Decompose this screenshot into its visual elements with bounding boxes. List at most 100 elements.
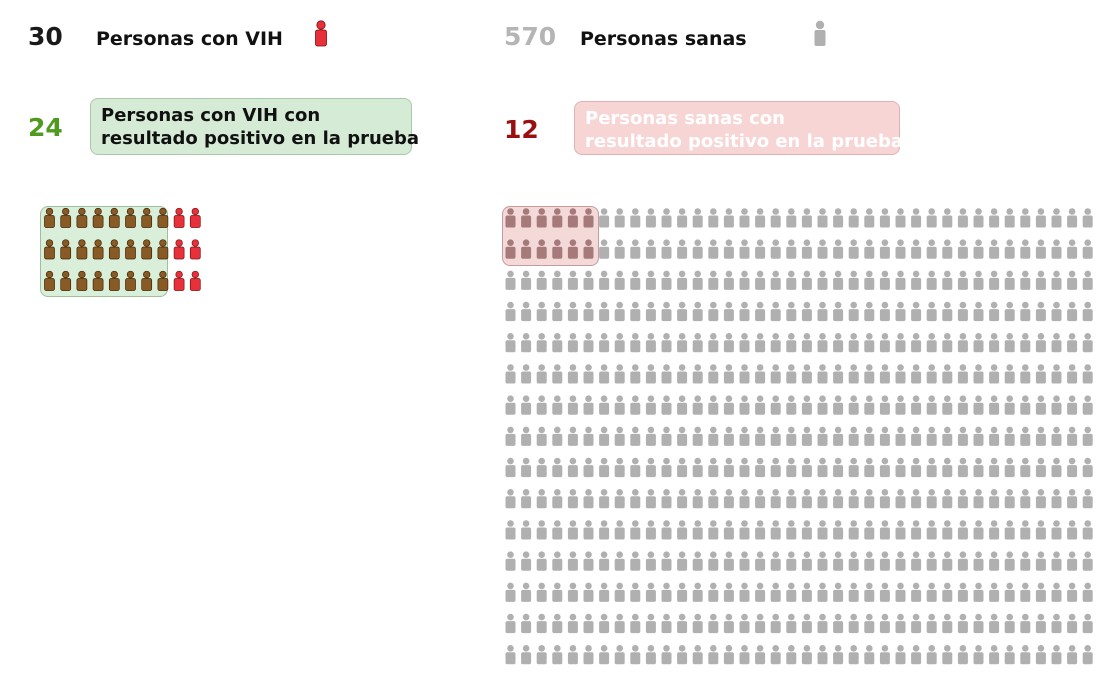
person-healthy <box>661 582 672 602</box>
person-healthy <box>833 301 844 322</box>
person-healthy <box>989 489 1000 509</box>
person-healthy <box>739 239 750 259</box>
person-healthy <box>864 333 875 353</box>
person-healthy <box>864 551 875 571</box>
person-healthy <box>755 333 766 353</box>
person-healthy <box>926 426 937 446</box>
person-healthy <box>786 645 797 665</box>
person-healthy <box>1035 520 1046 540</box>
person-healthy <box>926 270 937 290</box>
person-healthy-positive <box>536 208 547 228</box>
person-healthy <box>1082 645 1093 665</box>
person-healthy <box>879 301 890 322</box>
person-healthy <box>567 426 578 446</box>
person-healthy <box>848 489 859 509</box>
person-healthy <box>645 364 656 384</box>
person-healthy <box>599 582 610 602</box>
person-healthy <box>708 582 719 602</box>
person-healthy <box>692 645 703 665</box>
person-healthy <box>864 489 875 509</box>
person-healthy <box>879 364 890 384</box>
person-healthy <box>848 582 859 602</box>
person-healthy <box>630 270 641 290</box>
person-healthy <box>817 208 828 228</box>
person-healthy <box>661 208 672 228</box>
person-healthy <box>630 364 641 384</box>
person-healthy-positive <box>583 239 594 259</box>
person-healthy <box>817 333 828 353</box>
person-healthy <box>1004 301 1015 322</box>
person-healthy <box>708 551 719 571</box>
person-healthy-positive <box>521 239 532 259</box>
person-healthy <box>1082 520 1093 540</box>
person-healthy-positive <box>567 208 578 228</box>
person-healthy <box>708 239 719 259</box>
person-healthy <box>895 457 906 478</box>
person-healthy <box>879 457 890 478</box>
person-healthy-positive <box>505 239 516 259</box>
person-healthy <box>1051 457 1062 478</box>
person-healthy <box>630 489 641 509</box>
person-healthy <box>614 489 625 509</box>
person-healthy <box>911 239 922 259</box>
person-healthy <box>536 270 547 290</box>
person-healthy <box>505 426 516 446</box>
person-healthy <box>645 208 656 228</box>
person-healthy <box>536 645 547 665</box>
person-healthy <box>817 457 828 478</box>
person-healthy <box>521 364 532 384</box>
person-healthy <box>879 551 890 571</box>
person-healthy <box>1035 582 1046 602</box>
person-healthy <box>895 270 906 290</box>
person-healthy <box>817 364 828 384</box>
person-healthy <box>879 520 890 540</box>
person-healthy <box>911 645 922 665</box>
person-healthy <box>692 395 703 415</box>
person-healthy <box>536 395 547 415</box>
person-healthy <box>864 613 875 634</box>
person-healthy <box>677 239 688 259</box>
person-healthy <box>1051 582 1062 602</box>
person-healthy <box>817 613 828 634</box>
person-healthy <box>1004 613 1015 634</box>
person-healthy <box>973 426 984 446</box>
person-healthy <box>817 520 828 540</box>
person-healthy <box>1020 270 1031 290</box>
person-healthy <box>895 208 906 228</box>
person-healthy <box>739 457 750 478</box>
person-healthy <box>614 239 625 259</box>
person-healthy-positive <box>567 239 578 259</box>
person-healthy <box>723 582 734 602</box>
person-healthy <box>801 239 812 259</box>
person-healthy <box>911 489 922 509</box>
person-healthy <box>692 270 703 290</box>
person-healthy-positive <box>552 208 563 228</box>
person-healthy <box>989 520 1000 540</box>
person-healthy <box>926 395 937 415</box>
person-healthy <box>895 489 906 509</box>
person-healthy <box>942 582 953 602</box>
person-healthy <box>911 395 922 415</box>
person-healthy <box>1004 551 1015 571</box>
person-healthy <box>521 395 532 415</box>
person-healthy <box>864 426 875 446</box>
person-healthy <box>536 582 547 602</box>
person-healthy <box>864 645 875 665</box>
person-healthy <box>755 208 766 228</box>
person-healthy <box>817 239 828 259</box>
person-healthy <box>552 457 563 478</box>
person-healthy <box>552 395 563 415</box>
person-healthy <box>817 301 828 322</box>
person-healthy <box>879 489 890 509</box>
person-healthy <box>677 395 688 415</box>
person-healthy <box>536 333 547 353</box>
person-healthy <box>1020 239 1031 259</box>
person-healthy <box>1082 489 1093 509</box>
person-healthy <box>505 301 516 322</box>
person-healthy <box>1051 645 1062 665</box>
person-healthy <box>1082 301 1093 322</box>
person-healthy <box>677 582 688 602</box>
person-healthy <box>1051 613 1062 634</box>
person-healthy <box>677 613 688 634</box>
person-healthy <box>911 426 922 446</box>
